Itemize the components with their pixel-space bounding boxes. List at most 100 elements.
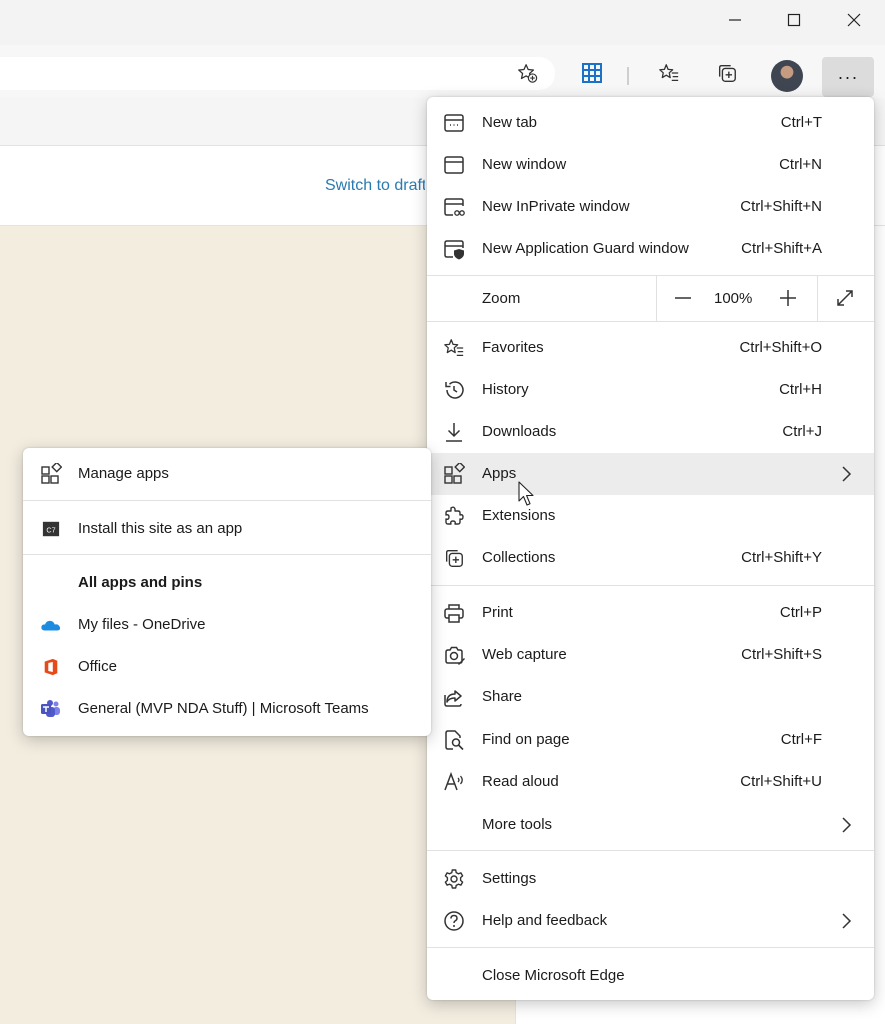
download-icon: [443, 421, 465, 443]
apps-install-site-item[interactable]: C7 Install this site as an app: [23, 508, 431, 550]
menu-item-history[interactable]: History Ctrl+H: [427, 369, 874, 411]
new-tab-icon: [443, 112, 465, 134]
menu-item-read-aloud[interactable]: Read aloud Ctrl+Shift+U: [427, 761, 874, 803]
menu-item-close-microsoft-edge[interactable]: Close Microsoft Edge: [427, 955, 874, 997]
chevron-right-icon: [842, 466, 852, 482]
print-icon: [443, 602, 465, 624]
apps-item-label: My files - OneDrive: [78, 616, 206, 633]
svg-text:C7: C7: [46, 526, 55, 535]
menu-item-shortcut: Ctrl+H: [779, 381, 822, 398]
menu-item-new-tab[interactable]: New tab Ctrl+T: [427, 102, 874, 144]
maximize-icon: [787, 13, 801, 27]
apps-grid-button[interactable]: [577, 58, 607, 88]
zoom-label: Zoom: [482, 290, 521, 307]
site-favicon-icon: C7: [40, 518, 62, 540]
zoom-value: 100%: [714, 290, 753, 307]
new-window-icon: [443, 154, 465, 176]
full-screen-button[interactable]: [831, 284, 859, 312]
collections-icon: [443, 547, 465, 569]
minimize-icon: [729, 19, 741, 21]
favorites-button[interactable]: [654, 58, 684, 88]
read-aloud-icon: [443, 771, 465, 793]
menu-item-label: Read aloud: [482, 773, 559, 790]
chevron-right-icon: [842, 817, 852, 833]
menu-item-label: New Application Guard window: [482, 240, 689, 257]
apps-manage-item[interactable]: Manage apps: [23, 453, 431, 495]
apps-grid-icon: [582, 63, 602, 83]
menu-item-new-window[interactable]: New window Ctrl+N: [427, 144, 874, 186]
menu-item-web-capture[interactable]: Web capture Ctrl+Shift+S: [427, 634, 874, 676]
mouse-cursor-icon: [518, 481, 534, 506]
collections-icon: [718, 64, 736, 82]
menu-item-find-on-page[interactable]: Find on page Ctrl+F: [427, 719, 874, 761]
apps-icon: [40, 463, 62, 485]
menu-item-shortcut: Ctrl+J: [782, 423, 822, 440]
close-window-button[interactable]: [825, 0, 883, 40]
menu-item-new-inprivate-window[interactable]: New InPrivate window Ctrl+Shift+N: [427, 186, 874, 228]
office-icon: [40, 656, 62, 678]
minimize-button[interactable]: [706, 0, 764, 40]
toolbar: ···: [0, 45, 885, 98]
inprivate-icon: [443, 196, 465, 218]
menu-item-downloads[interactable]: Downloads Ctrl+J: [427, 411, 874, 453]
menu-item-shortcut: Ctrl+Shift+Y: [741, 549, 822, 566]
switch-to-draft-link[interactable]: Switch to draft: [325, 177, 425, 195]
zoom-divider: [656, 276, 657, 321]
menu-item-extensions[interactable]: Extensions: [427, 495, 874, 537]
menu-item-label: Favorites: [482, 339, 544, 356]
menu-item-shortcut: Ctrl+N: [779, 156, 822, 173]
menu-item-collections[interactable]: Collections Ctrl+Shift+Y: [427, 537, 874, 579]
menu-item-favorites[interactable]: Favorites Ctrl+Shift+O: [427, 327, 874, 369]
menu-item-label: Settings: [482, 870, 537, 887]
app-guard-icon: [443, 238, 465, 260]
address-bar[interactable]: [0, 57, 555, 90]
collections-button[interactable]: [712, 58, 742, 88]
menu-item-shortcut: Ctrl+F: [780, 731, 822, 748]
menu-item-more-tools[interactable]: More tools: [427, 804, 874, 846]
history-icon: [443, 379, 465, 401]
close-icon: [847, 13, 861, 27]
zoom-out-button[interactable]: [669, 284, 697, 312]
menu-divider: [427, 947, 874, 948]
add-favorite-button[interactable]: [512, 58, 542, 88]
settings-and-more-button[interactable]: ···: [822, 57, 874, 97]
menu-divider: [427, 321, 874, 322]
menu-item-shortcut: Ctrl+Shift+A: [741, 240, 822, 257]
menu-item-label: Close Microsoft Edge: [482, 967, 625, 984]
web-capture-icon: [443, 644, 465, 666]
menu-item-label: Apps: [482, 465, 517, 482]
menu-item-label: History: [482, 381, 529, 398]
app-item-onedrive[interactable]: My files - OneDrive: [23, 604, 431, 646]
chevron-right-icon: [842, 913, 852, 929]
menu-item-shortcut: Ctrl+P: [779, 604, 822, 621]
favorites-icon: [443, 337, 465, 359]
menu-item-shortcut: Ctrl+T: [780, 114, 822, 131]
menu-item-label: More tools: [482, 816, 553, 833]
menu-item-label: Collections: [482, 549, 556, 566]
menu-item-help-and-feedback[interactable]: Help and feedback: [427, 900, 874, 942]
favorites-icon: [659, 64, 679, 81]
apps-item-label: Install this site as an app: [78, 520, 243, 537]
menu-item-new-application-guard-window[interactable]: New Application Guard window Ctrl+Shift+…: [427, 228, 874, 270]
zoom-row: Zoom 100%: [427, 276, 874, 321]
menu-item-settings[interactable]: Settings: [427, 858, 874, 900]
menu-item-share[interactable]: Share: [427, 676, 874, 718]
maximize-button[interactable]: [765, 0, 823, 40]
star-plus-icon: [518, 64, 538, 83]
apps-item-label: Manage apps: [78, 465, 169, 482]
apps-item-label: Office: [78, 658, 117, 675]
menu-item-print[interactable]: Print Ctrl+P: [427, 592, 874, 634]
menu-item-apps[interactable]: Apps: [427, 453, 874, 495]
profile-avatar[interactable]: [771, 60, 803, 92]
menu-item-label: Share: [482, 688, 523, 705]
apps-submenu: Manage apps C7 Install this site as an a…: [23, 448, 431, 736]
menu-item-label: New window: [482, 156, 567, 173]
menu-item-label: Help and feedback: [482, 912, 608, 929]
app-item-office[interactable]: Office: [23, 646, 431, 688]
apps-header-label: All apps and pins: [78, 574, 203, 591]
zoom-divider: [817, 276, 818, 321]
apps-icon: [443, 461, 466, 485]
app-item-teams[interactable]: General (MVP NDA Stuff) | Microsoft Team…: [23, 688, 431, 730]
menu-item-label: New InPrivate window: [482, 198, 630, 215]
zoom-in-button[interactable]: [774, 284, 802, 312]
